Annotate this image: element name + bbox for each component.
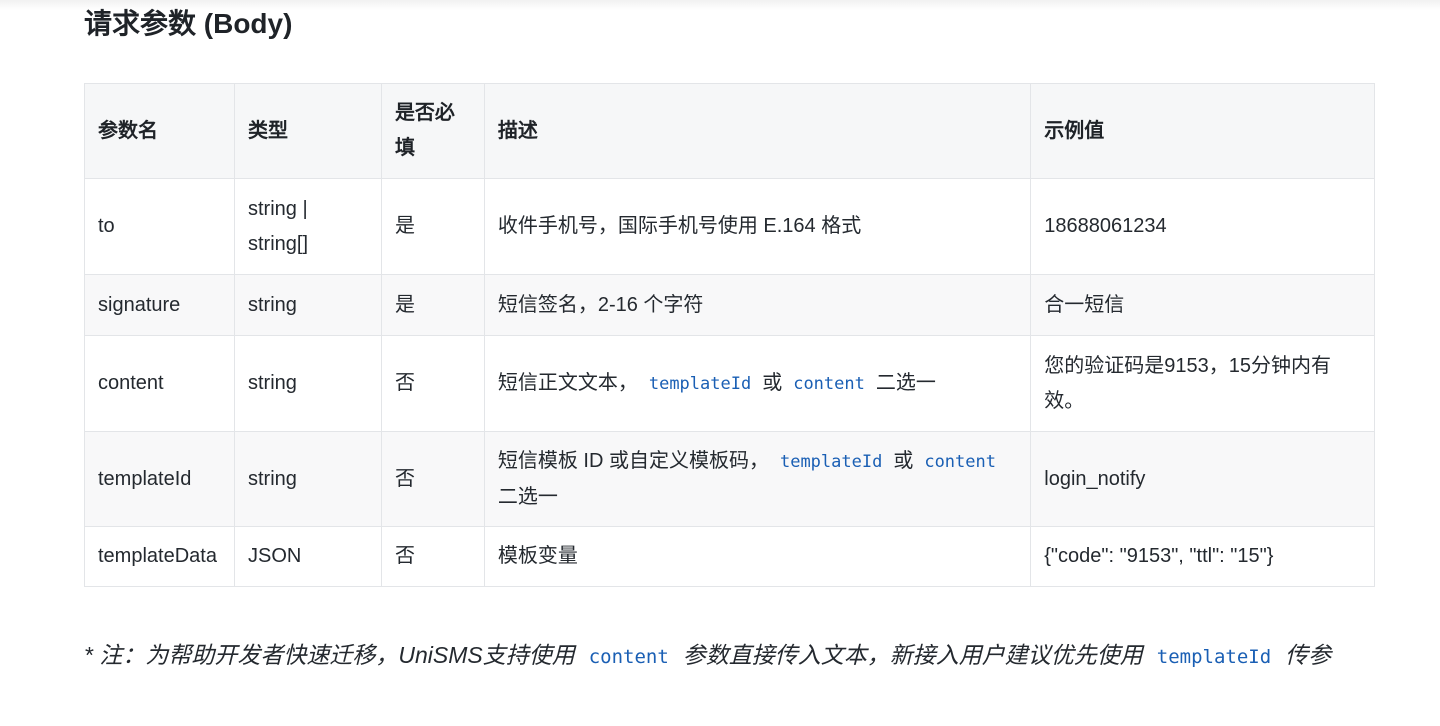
inline-code: content	[793, 373, 865, 394]
param-description: 收件手机号，国际手机号使用 E.164 格式	[483, 178, 1032, 275]
table-row: templateId string 否 短信模板 ID 或自定义模板码， temp…	[84, 431, 1375, 527]
param-required: 是	[380, 178, 485, 275]
note-text: * 注：为帮助开发者快速迁移，UniSMS支持使用	[84, 642, 575, 668]
param-example: 合一短信	[1030, 274, 1375, 336]
header-example: 示例值	[1030, 83, 1375, 179]
param-description: 短信签名，2-16 个字符	[483, 274, 1032, 336]
param-required: 是	[380, 274, 485, 336]
inline-code: templateId	[779, 451, 883, 472]
param-name: to	[84, 178, 235, 275]
header-required: 是否必填	[380, 83, 485, 179]
param-description: 短信正文文本， templateId 或 content 二选一	[483, 335, 1032, 432]
param-name: signature	[84, 274, 235, 336]
param-required: 否	[380, 431, 485, 527]
header-type: 类型	[233, 83, 382, 179]
param-example: login_notify	[1030, 431, 1375, 527]
inline-code: content	[924, 451, 996, 472]
param-name: templateId	[84, 431, 235, 527]
param-example: 您的验证码是9153，15分钟内有效。	[1030, 335, 1375, 432]
param-type: string	[233, 274, 382, 336]
param-required: 否	[380, 526, 485, 587]
section-title: 请求参数 (Body)	[84, 8, 293, 39]
inline-code: templateId	[648, 373, 752, 394]
param-type: JSON	[233, 526, 382, 587]
param-example: {"code": "9153", "ttl": "15"}	[1030, 526, 1375, 587]
param-description: 模板变量	[483, 526, 1032, 587]
description-text: 短信模板 ID 或自定义模板码，	[497, 449, 769, 472]
param-required: 否	[380, 335, 485, 432]
table-row: content string 否 短信正文文本， templateId 或 conte…	[84, 335, 1375, 432]
param-description: 短信模板 ID 或自定义模板码， templateId 或 content 二选一	[483, 431, 1032, 527]
header-name: 参数名	[84, 83, 235, 179]
param-example: 18688061234	[1030, 178, 1375, 275]
description-text: 短信正文文本，	[497, 371, 638, 394]
param-type: string	[233, 431, 382, 527]
table-header-row: 参数名 类型 是否必填 描述 示例值	[84, 83, 1375, 179]
table-row: templateData JSON 否 模板变量 {"code": "9153"…	[84, 526, 1375, 587]
table-row: to string | string[] 是 收件手机号，国际手机号使用 E.1…	[84, 178, 1375, 275]
migration-note: * 注：为帮助开发者快速迁移，UniSMS支持使用 content 参数直接传入文本…	[84, 636, 1374, 677]
description-text: 二选一	[497, 485, 558, 508]
request-params-table: 参数名 类型 是否必填 描述 示例值 to string | string[] …	[84, 83, 1375, 587]
description-text: 二选一	[875, 371, 936, 394]
description-text: 或	[893, 449, 914, 472]
note-text: 参数直接传入文本，新接入用户建议优先使用	[682, 642, 1143, 668]
param-name: templateData	[84, 526, 235, 587]
description-text: 或	[762, 371, 783, 394]
inline-code: content	[588, 646, 669, 668]
header-description: 描述	[483, 83, 1032, 179]
inline-code: templateId	[1156, 646, 1272, 668]
param-type: string	[233, 335, 382, 432]
note-text: 传参	[1285, 642, 1332, 668]
table-row: signature string 是 短信签名，2-16 个字符 合一短信	[84, 274, 1375, 336]
param-type: string | string[]	[233, 178, 382, 275]
param-name: content	[84, 335, 235, 432]
